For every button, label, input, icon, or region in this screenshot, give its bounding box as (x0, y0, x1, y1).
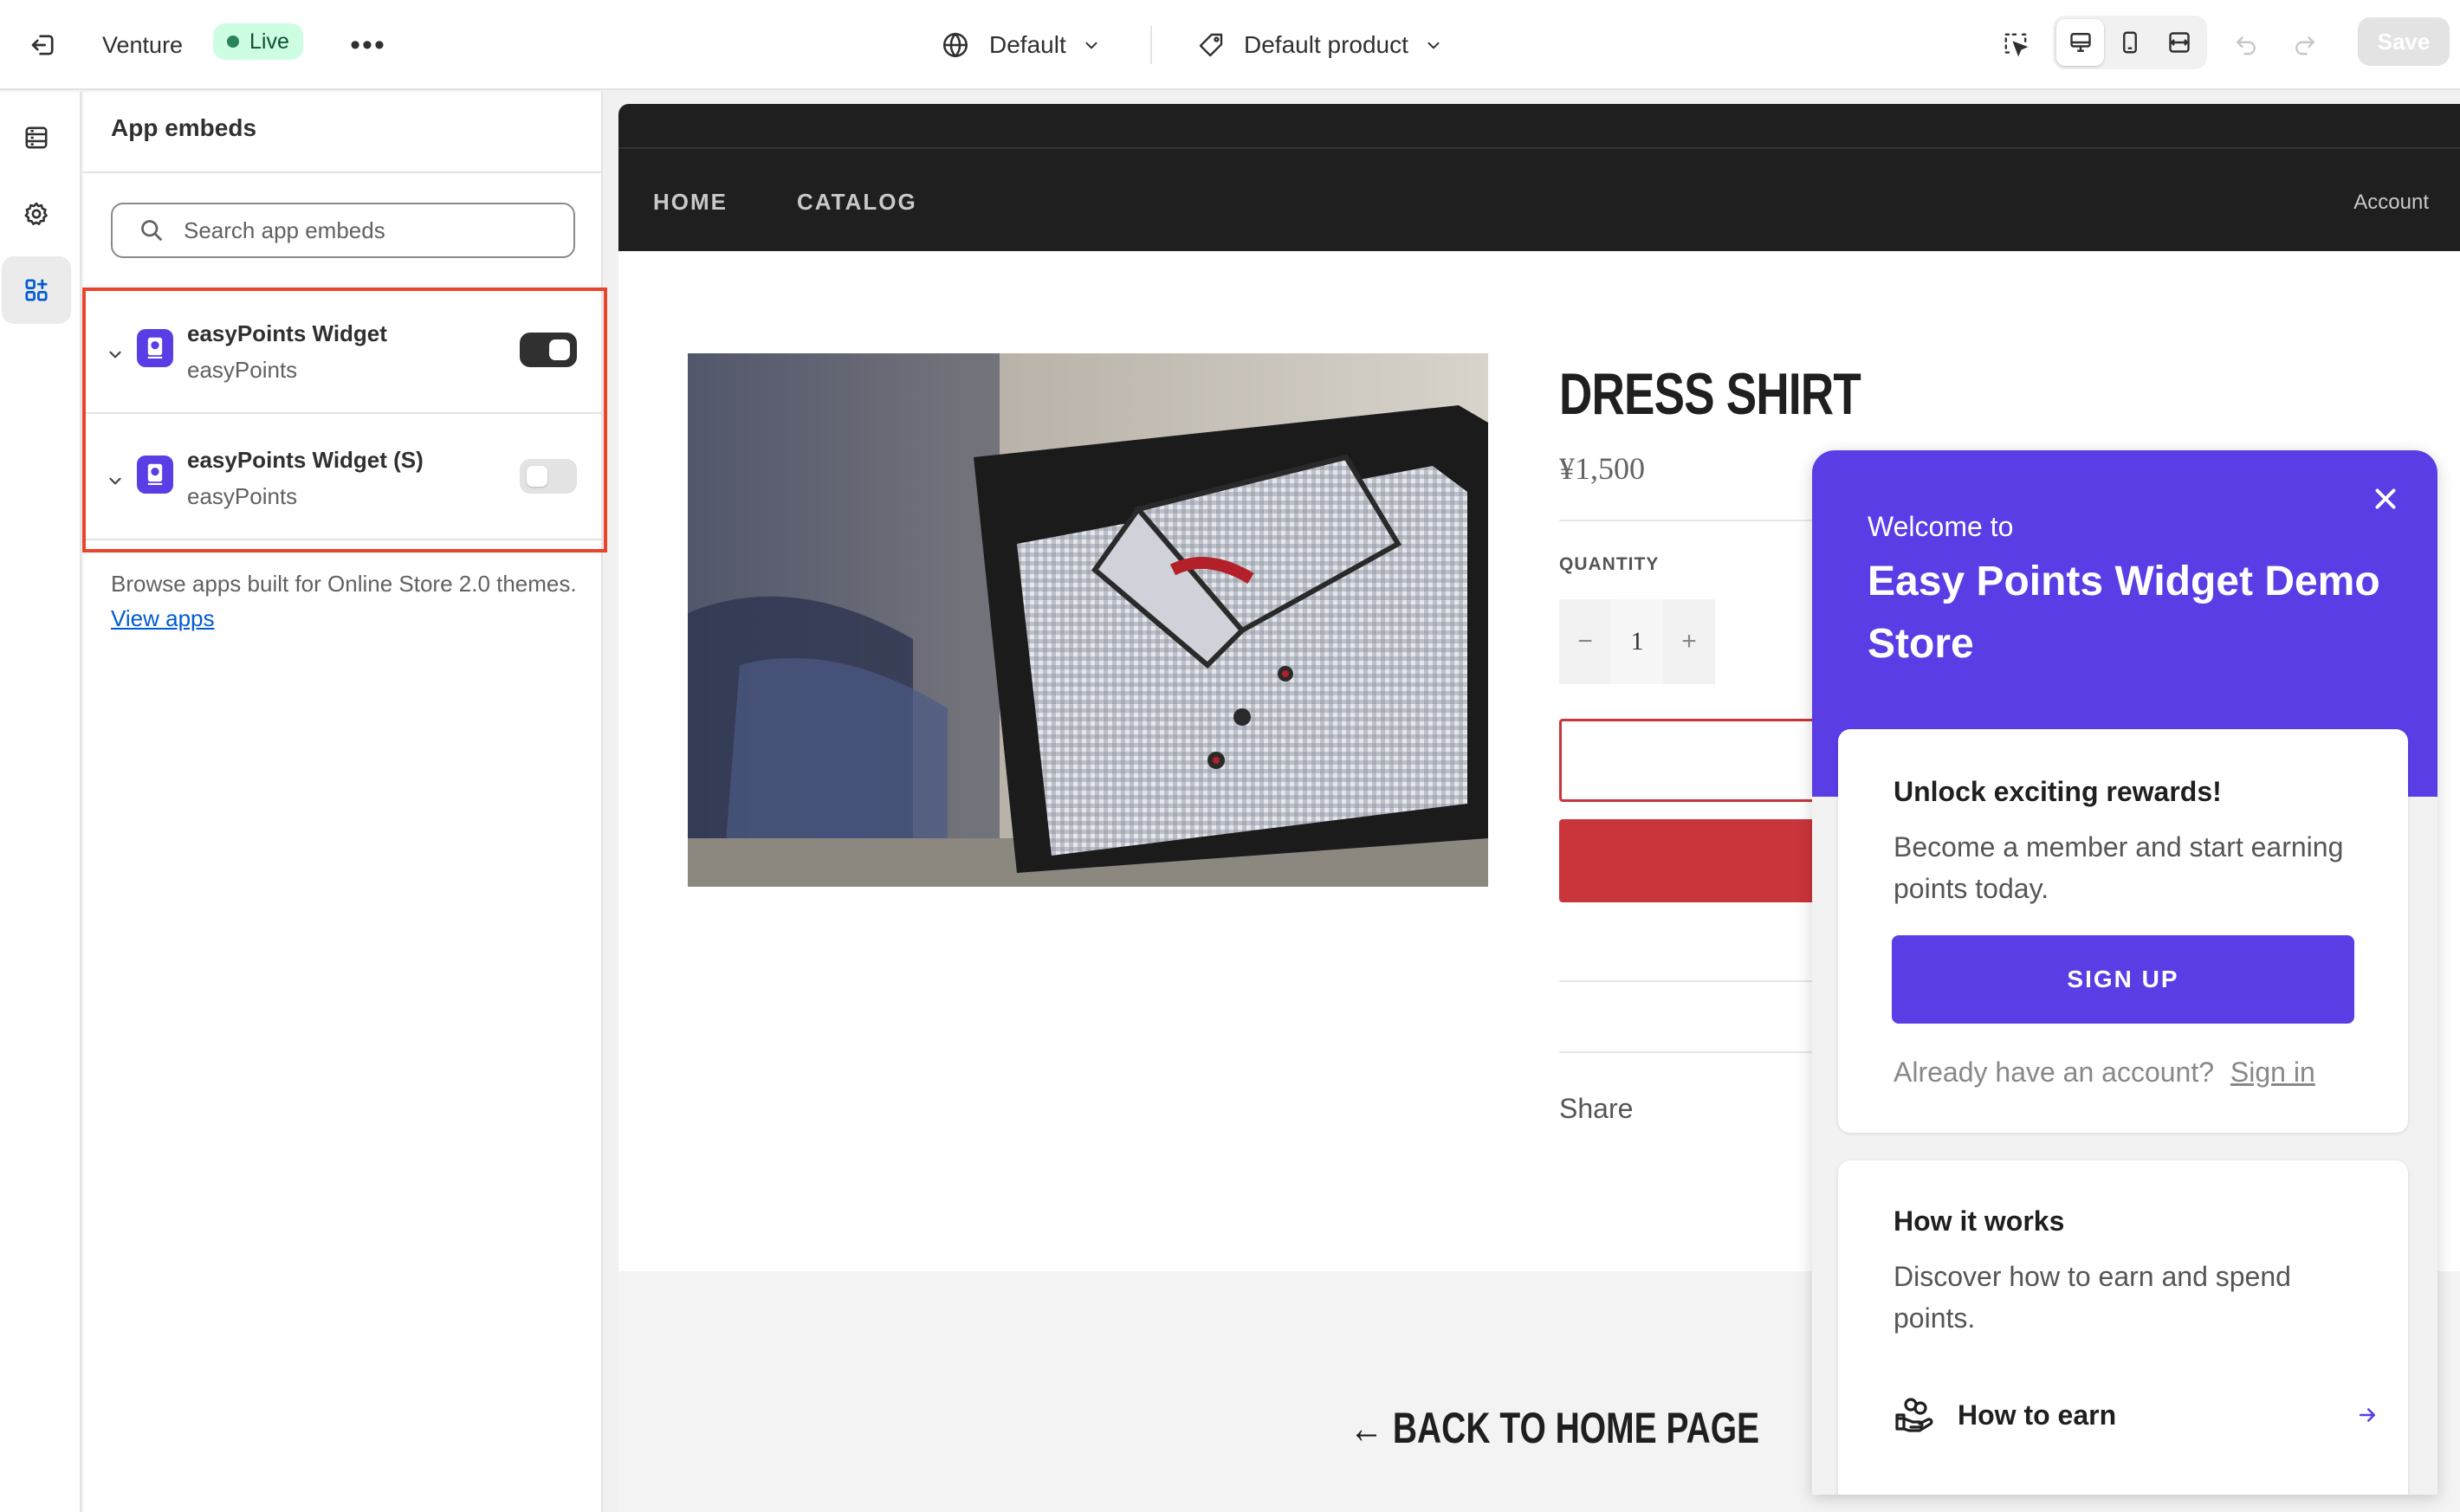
how-it-works-title: How it works (1894, 1205, 2065, 1237)
nav-link-home[interactable]: HOME (653, 189, 728, 216)
view-apps-link[interactable]: View apps (111, 605, 215, 631)
easypoints-app-icon (137, 329, 173, 367)
store-header-nav: HOME CATALOG Account (618, 147, 2460, 251)
quantity-increment-button[interactable]: + (1663, 599, 1715, 684)
sidebar-item-app-embeds[interactable] (2, 256, 71, 324)
redo-icon (2295, 36, 2314, 55)
inspector-cursor-icon (2004, 33, 2029, 57)
embed-provider: easyPoints (187, 357, 298, 383)
app-embeds-icon (25, 279, 48, 301)
close-icon (2375, 488, 2396, 509)
embed-toggle-off[interactable] (520, 459, 577, 494)
live-dot-icon (227, 36, 239, 48)
rewards-card-title: Unlock exciting rewards! (1894, 776, 2222, 807)
rewards-signup-card: Unlock exciting rewards! Become a member… (1838, 729, 2408, 1133)
app-embeds-panel: App embeds Search app embeds easyPoints … (83, 92, 603, 1512)
product-image (688, 353, 1488, 887)
live-status-badge: Live (213, 23, 303, 60)
store-announcement-bar (618, 104, 2460, 147)
undo-button[interactable] (2224, 23, 2268, 66)
desktop-view-button[interactable] (2056, 19, 2105, 66)
panel-divider (83, 171, 603, 173)
store-name: Venture (102, 31, 184, 58)
template-selector[interactable]: Default product (1197, 23, 1443, 68)
fullscreen-icon (2169, 32, 2191, 53)
how-it-works-card: How it works Discover how to earn and sp… (1838, 1160, 2408, 1495)
exit-icon (31, 35, 54, 55)
chevron-down-icon (1085, 42, 1097, 49)
chevron-down-icon[interactable] (106, 471, 125, 490)
more-actions-button[interactable]: ••• (346, 24, 390, 66)
sign-in-link[interactable]: Sign in (2230, 1056, 2315, 1088)
undo-icon (2237, 36, 2256, 55)
editor-topbar: Venture Live ••• Default Default product… (0, 0, 2460, 90)
editor-sidebar-rail (0, 92, 81, 1512)
embed-provider: easyPoints (187, 483, 298, 509)
app-embed-item[interactable]: easyPoints Widget easyPoints (83, 288, 603, 414)
embed-toggle-on[interactable] (520, 333, 577, 367)
app-embed-item[interactable]: easyPoints Widget (S) easyPoints (83, 414, 603, 540)
device-switcher (2053, 16, 2207, 69)
tag-icon (1199, 33, 1223, 57)
globe-icon (942, 32, 968, 58)
quantity-stepper: − 1 + (1559, 599, 1715, 684)
search-placeholder: Search app embeds (184, 216, 385, 243)
sidebar-item-theme-settings[interactable] (2, 180, 71, 248)
product-price: ¥1,500 (1559, 451, 1645, 486)
arrow-right-icon (2359, 1408, 2376, 1422)
quantity-value[interactable]: 1 (1611, 599, 1663, 684)
how-to-earn-label: How to earn (1958, 1399, 2117, 1431)
mobile-view-button[interactable] (2106, 19, 2153, 66)
sidebar-item-sections[interactable] (2, 104, 71, 171)
sign-up-button[interactable]: SIGN UP (1892, 935, 2354, 1024)
panel-title: App embeds (111, 114, 257, 141)
settings-gear-icon (24, 202, 48, 225)
theme-label: Default (989, 31, 1066, 58)
sections-icon (25, 126, 48, 149)
share-label[interactable]: Share (1559, 1093, 1633, 1125)
quantity-label: QUANTITY (1559, 554, 1660, 574)
inspector-button[interactable] (1994, 23, 2037, 66)
browse-apps-label: Browse apps built for Online Store 2.0 t… (111, 571, 577, 597)
search-icon (141, 220, 162, 241)
loyalty-widget-panel: Welcome to Easy Points Widget Demo Store… (1812, 450, 2437, 1495)
theme-selector[interactable]: Default (941, 23, 1101, 68)
app-embed-list: easyPoints Widget easyPoints easyPoints … (83, 288, 603, 540)
sign-in-prompt-text: Already have an account? (1894, 1056, 2215, 1088)
browse-apps-text: Browse apps built for Online Store 2.0 t… (111, 566, 579, 636)
sign-in-prompt: Already have an account? Sign in (1894, 1056, 2315, 1089)
search-input[interactable]: Search app embeds (111, 203, 575, 258)
embed-name: easyPoints Widget (S) (187, 447, 424, 473)
nav-link-catalog[interactable]: CATALOG (797, 189, 917, 216)
widget-welcome: Welcome to (1868, 511, 2014, 542)
how-to-earn-row[interactable]: How to earn (1894, 1389, 2379, 1441)
easypoints-app-icon (137, 456, 173, 494)
quantity-decrement-button[interactable]: − (1559, 599, 1611, 684)
rewards-card-text: Become a member and start earning points… (1894, 831, 2344, 904)
mobile-icon (2123, 31, 2137, 54)
hand-coins-icon (1895, 1398, 1933, 1432)
template-label: Default product (1244, 31, 1408, 58)
chevron-down-icon[interactable] (106, 345, 125, 364)
product-title: DRESS SHIRT (1559, 361, 1861, 427)
chevron-down-icon (1427, 42, 1440, 49)
live-status-label: Live (249, 29, 289, 54)
embed-name: easyPoints Widget (187, 320, 387, 346)
exit-button[interactable] (24, 26, 62, 64)
widget-close-button[interactable] (2368, 481, 2403, 516)
back-to-home-link[interactable]: ← BACK TO HOME PAGE (1350, 1403, 1759, 1453)
fullscreen-view-button[interactable] (2156, 19, 2204, 66)
widget-store-name: Easy Points Widget Demo Store (1868, 559, 2380, 667)
topbar-divider (1150, 26, 1152, 64)
redo-button[interactable] (2283, 23, 2327, 66)
save-button[interactable]: Save (2358, 17, 2450, 66)
how-it-works-text: Discover how to earn and spend points. (1894, 1261, 2291, 1334)
desktop-icon (2069, 33, 2091, 52)
account-link[interactable]: Account (2353, 191, 2429, 215)
